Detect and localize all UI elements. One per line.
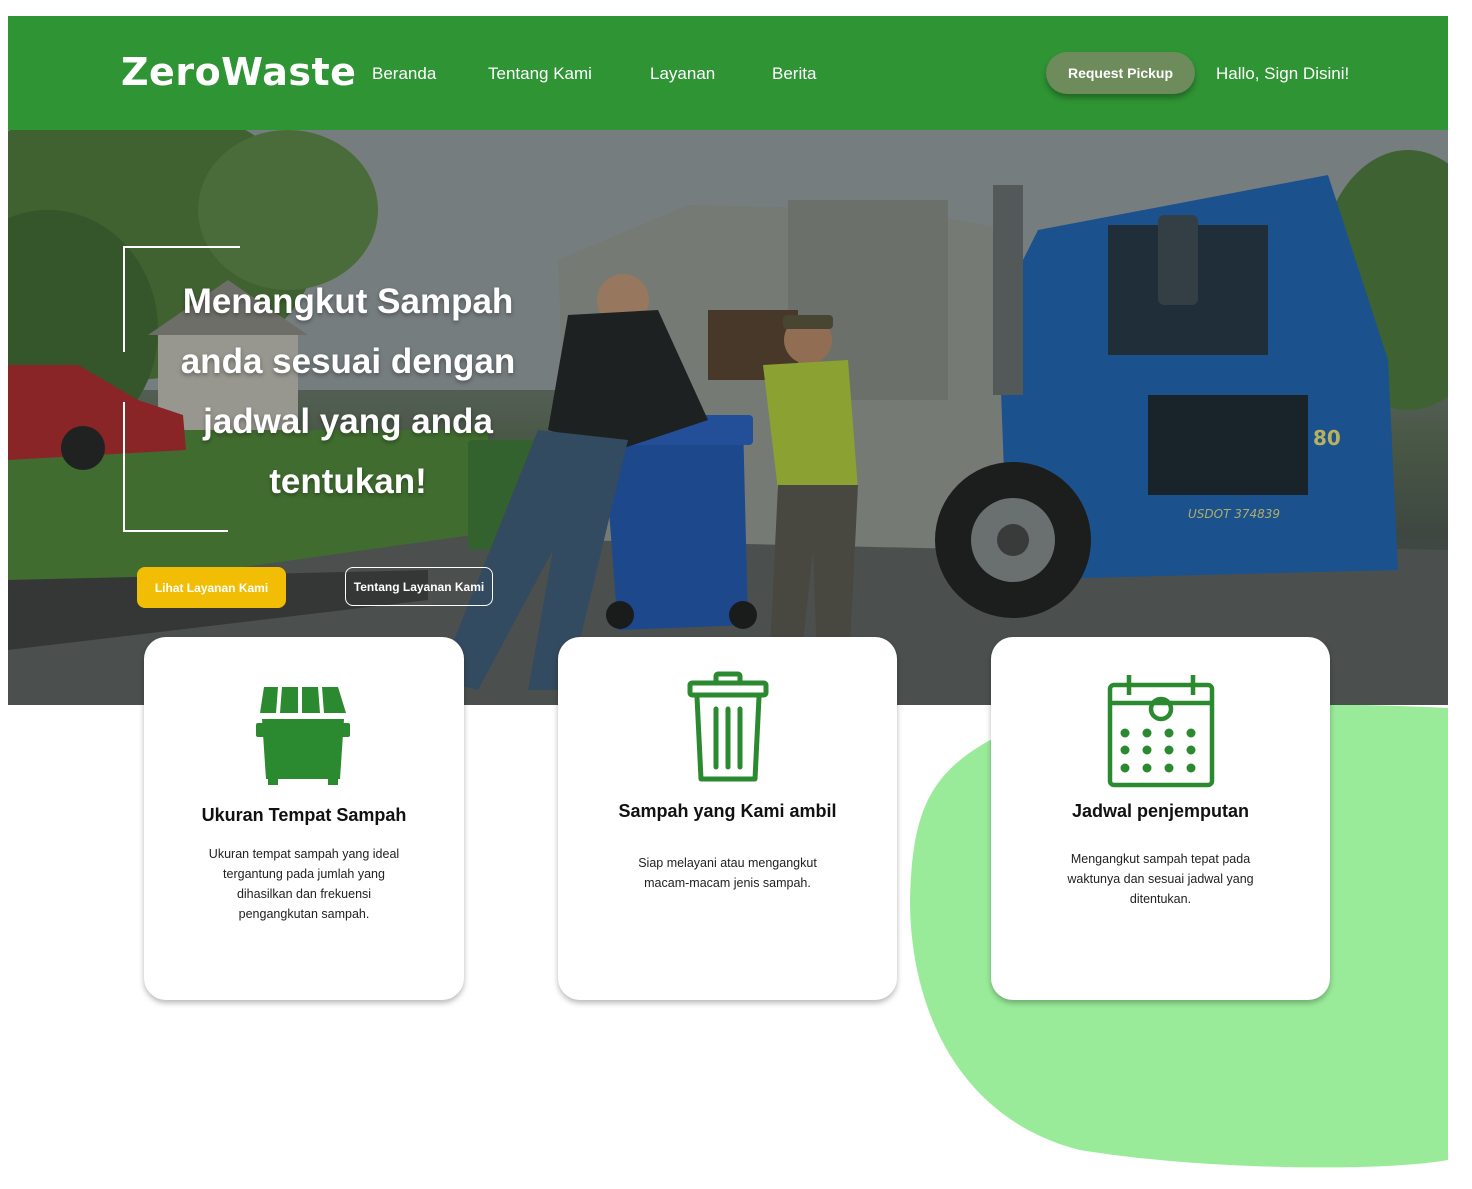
trash-can-icon (687, 671, 768, 782)
nav-link-layanan[interactable]: Layanan (650, 64, 715, 84)
card-title: Jadwal penjemputan (1071, 801, 1250, 821)
card-waste-types: Sampah yang Kami ambil Siap melayani ata… (558, 637, 897, 1000)
request-pickup-button[interactable]: Request Pickup (1046, 52, 1195, 94)
calendar-icon (1107, 675, 1214, 788)
dumpster-icon (256, 687, 350, 785)
hero-section: 80 USDOT 374839 Menangkut Sampah anda se… (8, 130, 1448, 705)
card-description: Mengangkut sampah tepat pada waktunya da… (1067, 852, 1254, 906)
sign-in-link[interactable]: Hallo, Sign Disini! (1216, 64, 1349, 84)
brand-logo[interactable]: ZeroWaste (121, 50, 356, 94)
card-title: Sampah yang Kami ambil (618, 801, 837, 821)
about-services-button[interactable]: Tentang Layanan Kami (345, 567, 493, 606)
card-description: Ukuran tempat sampah yang ideal tergantu… (208, 847, 400, 921)
nav-link-berita[interactable]: Berita (772, 64, 816, 84)
nav-link-beranda[interactable]: Beranda (372, 64, 436, 84)
hero-title: Menangkut Sampah anda sesuai dengan jadw… (180, 282, 516, 501)
card-bin-size: Ukuran Tempat Sampah Ukuran tempat sampa… (144, 637, 464, 1000)
top-navbar: ZeroWaste Beranda Tentang Kami Layanan B… (8, 16, 1448, 130)
card-pickup-schedule: Jadwal penjemputan Mengangkut sampah tep… (991, 637, 1330, 1000)
see-services-button[interactable]: Lihat Layanan Kami (137, 567, 286, 608)
card-description: Siap melayani atau mengangkut macam-maca… (638, 856, 817, 890)
nav-link-tentang-kami[interactable]: Tentang Kami (488, 64, 592, 84)
card-title: Ukuran Tempat Sampah (201, 805, 407, 825)
